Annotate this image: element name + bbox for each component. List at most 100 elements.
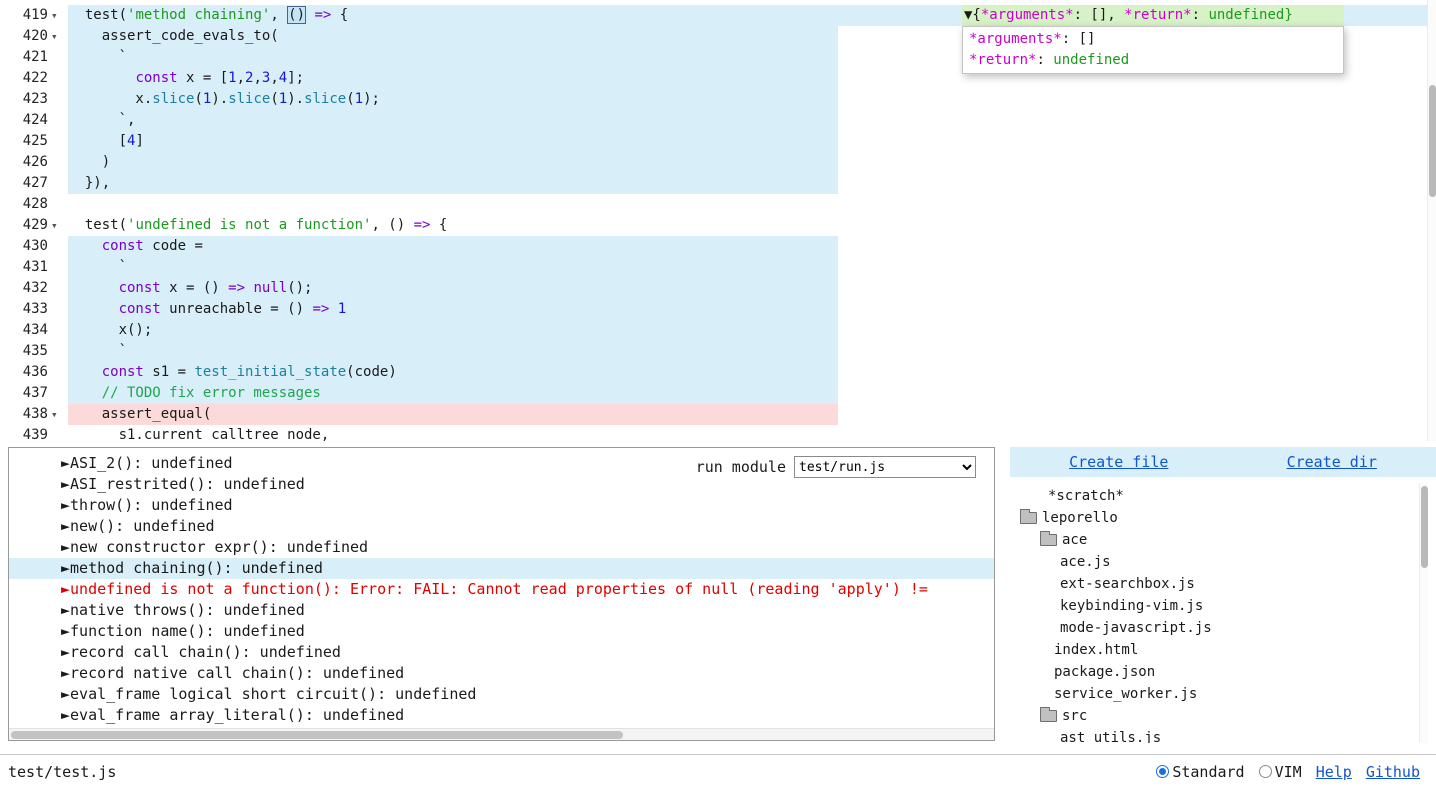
tooltip-entry[interactable]: *return*: undefined [969,50,1337,71]
code-token: *return* [969,52,1036,68]
code-text: [4] [68,131,1436,152]
test-result-row[interactable]: ►undefined is not a function(): Error: F… [9,579,994,600]
fold-arrow-icon [48,173,68,194]
code-token: 1 [228,70,236,86]
fold-arrow-icon[interactable]: ▾ [48,5,68,26]
file-tree-item[interactable]: ext-searchbox.js [1010,573,1436,595]
keybinding-vim-option[interactable]: VIM [1259,763,1302,781]
file-tree-folder[interactable]: ace [1010,529,1436,551]
code-token: code = [144,238,203,254]
file-name: package.json [1054,661,1155,683]
code-text: ) [68,152,1436,173]
file-tree-item[interactable]: *scratch* [1010,485,1436,507]
code-token: const [102,364,144,380]
fold-arrow-icon[interactable]: ▾ [48,404,68,425]
file-tree-folder[interactable]: src [1010,705,1436,727]
code-token: 1 [355,91,363,107]
code-line[interactable]: 433 const unreachable = () => 1 [0,299,1436,320]
output-scrollbar-thumb[interactable] [11,731,623,739]
test-result-row[interactable]: ►eval_frame logical short circuit(): und… [9,684,994,705]
test-result-row[interactable]: ►method chaining(): undefined [9,558,994,579]
fold-arrow-icon [48,68,68,89]
code-line[interactable]: 436 const s1 = test_initial_state(code) [0,362,1436,383]
code-token: const [102,238,144,254]
code-line[interactable]: 423 x.slice(1).slice(1).slice(1); [0,89,1436,110]
fold-arrow-icon [48,425,68,441]
test-result-row[interactable]: ►record call chain(): undefined [9,642,994,663]
run-module-label: run module [696,458,786,476]
keybinding-standard-option[interactable]: Standard [1156,763,1244,781]
github-link[interactable]: Github [1366,763,1420,781]
code-token [68,364,102,380]
run-module-control: run module test/run.js [696,456,976,478]
file-tree-item[interactable]: ast_utils.js [1010,727,1436,743]
editor-scrollbar[interactable] [1427,0,1436,441]
code-text: const x = () => null(); [68,278,1436,299]
file-tree-item[interactable]: mode-javascript.js [1010,617,1436,639]
file-tree-item[interactable]: index.html [1010,639,1436,661]
code-line[interactable]: 425 [4] [0,131,1436,152]
test-result-row[interactable]: ►record native call chain(): undefined [9,663,994,684]
code-editor[interactable]: 419▾ test('method chaining', () => {420▾… [0,0,1436,441]
code-line[interactable]: 430 const code = [0,236,1436,257]
radio-standard-icon[interactable] [1156,765,1169,778]
eval-result-header[interactable]: ▼{*arguments*: [], *return*: undefined} [962,5,1344,26]
code-line[interactable]: 435 ` [0,341,1436,362]
fold-arrow-icon[interactable]: ▾ [48,215,68,236]
create-dir-link[interactable]: Create dir [1287,453,1377,471]
code-line[interactable]: 428 [0,194,1436,215]
file-tree-item[interactable]: ace.js [1010,551,1436,573]
code-token: ). [211,91,228,107]
code-token: ( [270,91,278,107]
radio-vim-icon[interactable] [1259,765,1272,778]
code-token: (); [287,280,312,296]
code-token: [ [68,133,127,149]
file-panel-header: Create file Create dir [1010,447,1436,477]
test-result-row[interactable]: ►new(): undefined [9,516,994,537]
output-horizontal-scrollbar[interactable] [9,728,994,740]
line-number: 431 [0,257,48,278]
file-tree-item[interactable]: package.json [1010,661,1436,683]
code-token: : [1036,52,1053,68]
code-line[interactable]: 426 ) [0,152,1436,173]
run-module-select[interactable]: test/run.js [794,456,976,478]
test-result-row[interactable]: ►function name(): undefined [9,621,994,642]
create-file-link[interactable]: Create file [1069,453,1168,471]
fold-arrow-icon [48,362,68,383]
file-tree-item[interactable]: keybinding-vim.js [1010,595,1436,617]
code-line[interactable]: 438▾ assert_equal( [0,404,1436,425]
file-name: mode-javascript.js [1060,617,1212,639]
test-result-row[interactable]: ►eval_frame array_literal(): undefined [9,705,994,726]
code-token: x = [ [178,70,229,86]
code-token: null [253,280,287,296]
code-text: }), [68,173,1436,194]
code-line[interactable]: 431 ` [0,257,1436,278]
fold-arrow-icon[interactable]: ▾ [48,26,68,47]
code-line[interactable]: 427 }), [0,173,1436,194]
file-tree-folder[interactable]: leporello [1010,507,1436,529]
test-result-row[interactable]: ►new constructor expr(): undefined [9,537,994,558]
folder-icon [1040,710,1057,722]
file-tree-item[interactable]: service_worker.js [1010,683,1436,705]
test-result-row[interactable]: ►native throws(): undefined [9,600,994,621]
files-scrollbar[interactable] [1419,483,1428,743]
code-line[interactable]: 437 // TODO fix error messages [0,383,1436,404]
code-token: ` [68,49,127,65]
line-number: 429 [0,215,48,236]
code-text: const s1 = test_initial_state(code) [68,362,1436,383]
code-line[interactable]: 439 s1.current_calltree_node, [0,425,1436,441]
code-line[interactable]: 424 `, [0,110,1436,131]
code-token: undefined [1053,52,1129,68]
test-result-row[interactable]: ►throw(): undefined [9,495,994,516]
code-line[interactable]: 434 x(); [0,320,1436,341]
code-line[interactable]: 429▾ test('undefined is not a function',… [0,215,1436,236]
code-token: 4 [279,70,287,86]
tooltip-entry[interactable]: *arguments*: [] [969,29,1337,50]
code-line[interactable]: 432 const x = () => null(); [0,278,1436,299]
fold-arrow-icon [48,383,68,404]
help-link[interactable]: Help [1316,763,1352,781]
files-scrollbar-thumb[interactable] [1421,486,1428,568]
code-token: s1.current_calltree_node, [68,427,329,441]
fold-arrow-icon [48,131,68,152]
editor-scrollbar-thumb[interactable] [1429,85,1436,197]
